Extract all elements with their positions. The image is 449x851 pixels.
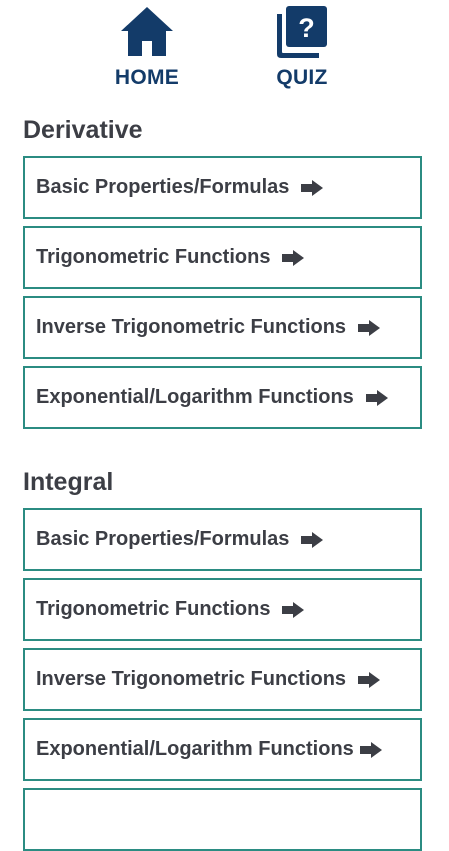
top-navigation: HOME ? QUIZ xyxy=(0,0,449,100)
item-label: Exponential/Logarithm Functions xyxy=(36,386,354,408)
item-label: Trigonometric Functions xyxy=(36,246,271,268)
home-label: HOME xyxy=(114,66,180,89)
quiz-glyph: ? xyxy=(298,13,315,43)
derivative-item-inverse-trigonometric[interactable]: Inverse Trigonometric Functions xyxy=(23,296,422,359)
integral-item-partial[interactable] xyxy=(23,788,422,851)
item-label: Inverse Trigonometric Functions xyxy=(36,668,347,690)
quiz-button[interactable]: ? QUIZ xyxy=(252,4,352,94)
item-label: Basic Properties/Formulas xyxy=(36,528,290,550)
arrow-right-icon xyxy=(365,389,388,406)
section-title-derivative: Derivative xyxy=(23,116,143,144)
arrow-right-icon xyxy=(358,671,381,688)
arrow-right-icon xyxy=(301,531,324,548)
integral-item-basic-properties[interactable]: Basic Properties/Formulas xyxy=(23,508,422,571)
quiz-icon: ? xyxy=(277,6,327,58)
arrow-right-icon xyxy=(301,179,324,196)
item-label: Basic Properties/Formulas xyxy=(36,176,290,198)
derivative-item-basic-properties[interactable]: Basic Properties/Formulas xyxy=(23,156,422,219)
integral-item-inverse-trigonometric[interactable]: Inverse Trigonometric Functions xyxy=(23,648,422,711)
home-icon xyxy=(121,7,173,56)
home-button[interactable]: HOME xyxy=(97,4,197,94)
item-label: Inverse Trigonometric Functions xyxy=(36,316,347,338)
derivative-item-exponential-logarithm[interactable]: Exponential/Logarithm Functions xyxy=(23,366,422,429)
section-title-integral: Integral xyxy=(23,468,114,496)
arrow-right-icon xyxy=(359,741,382,758)
integral-item-exponential-logarithm[interactable]: Exponential/Logarithm Functions xyxy=(23,718,422,781)
arrow-right-icon xyxy=(358,319,381,336)
derivative-item-trigonometric[interactable]: Trigonometric Functions xyxy=(23,226,422,289)
item-label: Trigonometric Functions xyxy=(36,598,271,620)
arrow-right-icon xyxy=(282,601,305,618)
integral-item-trigonometric[interactable]: Trigonometric Functions xyxy=(23,578,422,641)
arrow-right-icon xyxy=(282,249,305,266)
quiz-label: QUIZ xyxy=(276,66,328,89)
item-label: Exponential/Logarithm Functions xyxy=(36,738,354,760)
